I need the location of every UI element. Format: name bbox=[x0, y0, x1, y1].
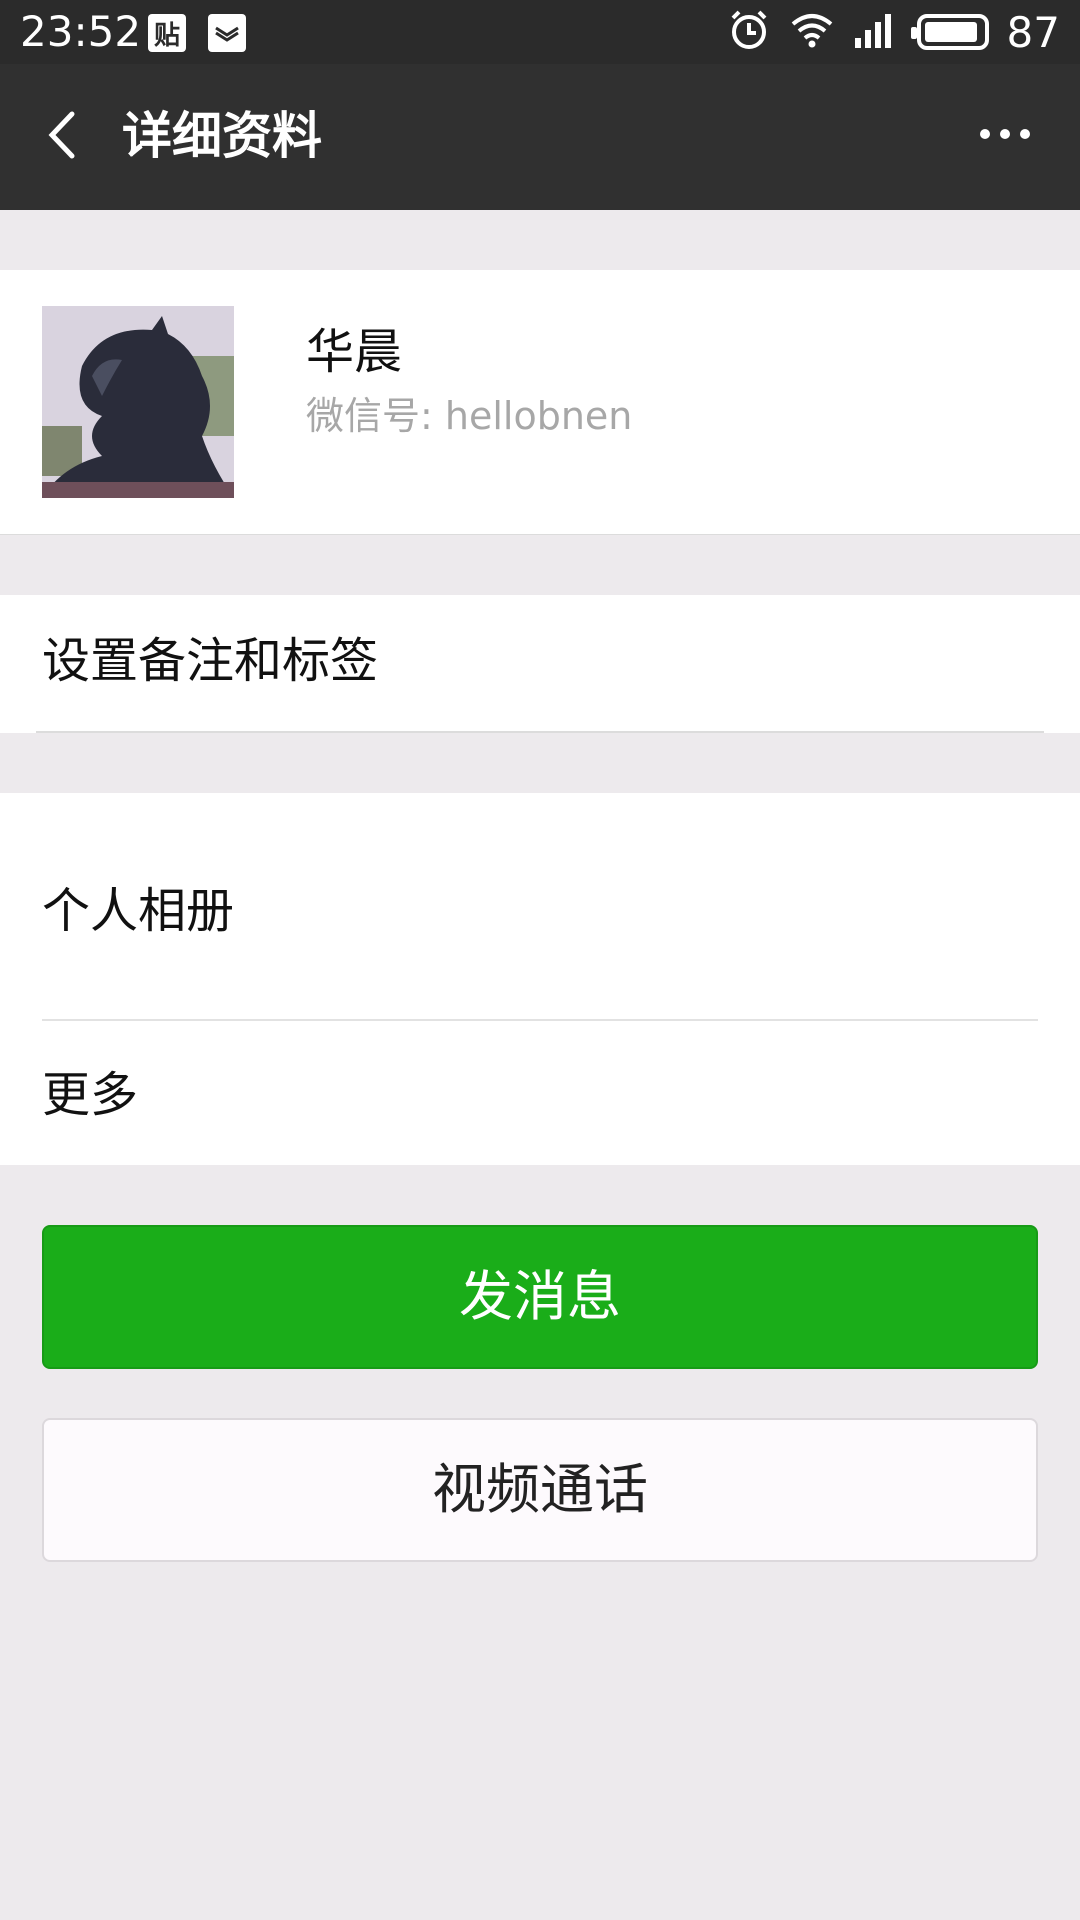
page-title: 详细资料 bbox=[122, 107, 322, 165]
divider bbox=[36, 731, 1044, 733]
status-bar: 23:52 贴 87 bbox=[0, 0, 1080, 64]
back-button[interactable] bbox=[30, 100, 100, 170]
battery-level: 87 bbox=[1006, 7, 1060, 57]
avatar[interactable] bbox=[42, 306, 234, 498]
more-options-button[interactable] bbox=[970, 104, 1040, 164]
alarm-icon bbox=[727, 8, 771, 56]
set-remark-row[interactable]: 设置备注和标签 bbox=[0, 595, 1080, 733]
status-time: 23:52 bbox=[20, 7, 142, 56]
wechat-id: 微信号: hellobnen bbox=[306, 394, 633, 438]
send-message-button[interactable]: 发消息 bbox=[42, 1225, 1038, 1369]
profile-name: 华晨 bbox=[306, 324, 403, 380]
profile-card: 华晨 微信号: hellobnen bbox=[0, 270, 1080, 535]
tieba-notification-icon: 贴 bbox=[148, 14, 186, 52]
wifi-icon bbox=[789, 10, 835, 54]
signal-icon bbox=[853, 10, 899, 54]
battery-icon bbox=[910, 14, 989, 50]
set-remark-label: 设置备注和标签 bbox=[42, 633, 379, 689]
video-call-button[interactable]: 视频通话 bbox=[42, 1418, 1038, 1562]
personal-album-row[interactable]: 个人相册 bbox=[42, 879, 234, 943]
more-horizontal-icon bbox=[980, 129, 1030, 139]
chevron-left-icon bbox=[48, 111, 75, 159]
navigation-bar: 详细资料 bbox=[0, 64, 1080, 210]
more-row[interactable]: 更多 bbox=[42, 1063, 138, 1127]
divider bbox=[42, 1019, 1038, 1021]
mail-notification-icon bbox=[208, 14, 246, 52]
album-more-card: 个人相册 更多 bbox=[0, 793, 1080, 1165]
